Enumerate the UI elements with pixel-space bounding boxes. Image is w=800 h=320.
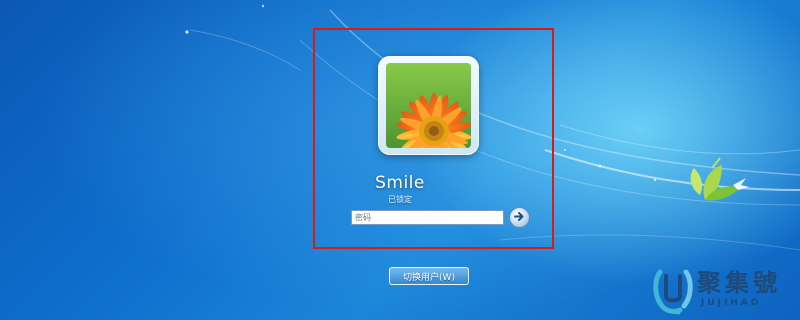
submit-button[interactable] <box>509 207 530 228</box>
password-input[interactable] <box>351 210 504 225</box>
watermark-name: 聚集號 <box>697 268 781 297</box>
arrow-right-icon <box>513 208 526 227</box>
flower-avatar-image <box>386 63 471 148</box>
lock-status: 已锁定 <box>388 195 412 204</box>
switch-user-button[interactable]: 切换用户(W) <box>389 267 469 285</box>
watermark-logo-icon <box>652 266 696 320</box>
avatar <box>378 56 479 155</box>
watermark-subtitle: JUJIHAO <box>701 298 762 308</box>
username: Smile <box>375 173 425 193</box>
